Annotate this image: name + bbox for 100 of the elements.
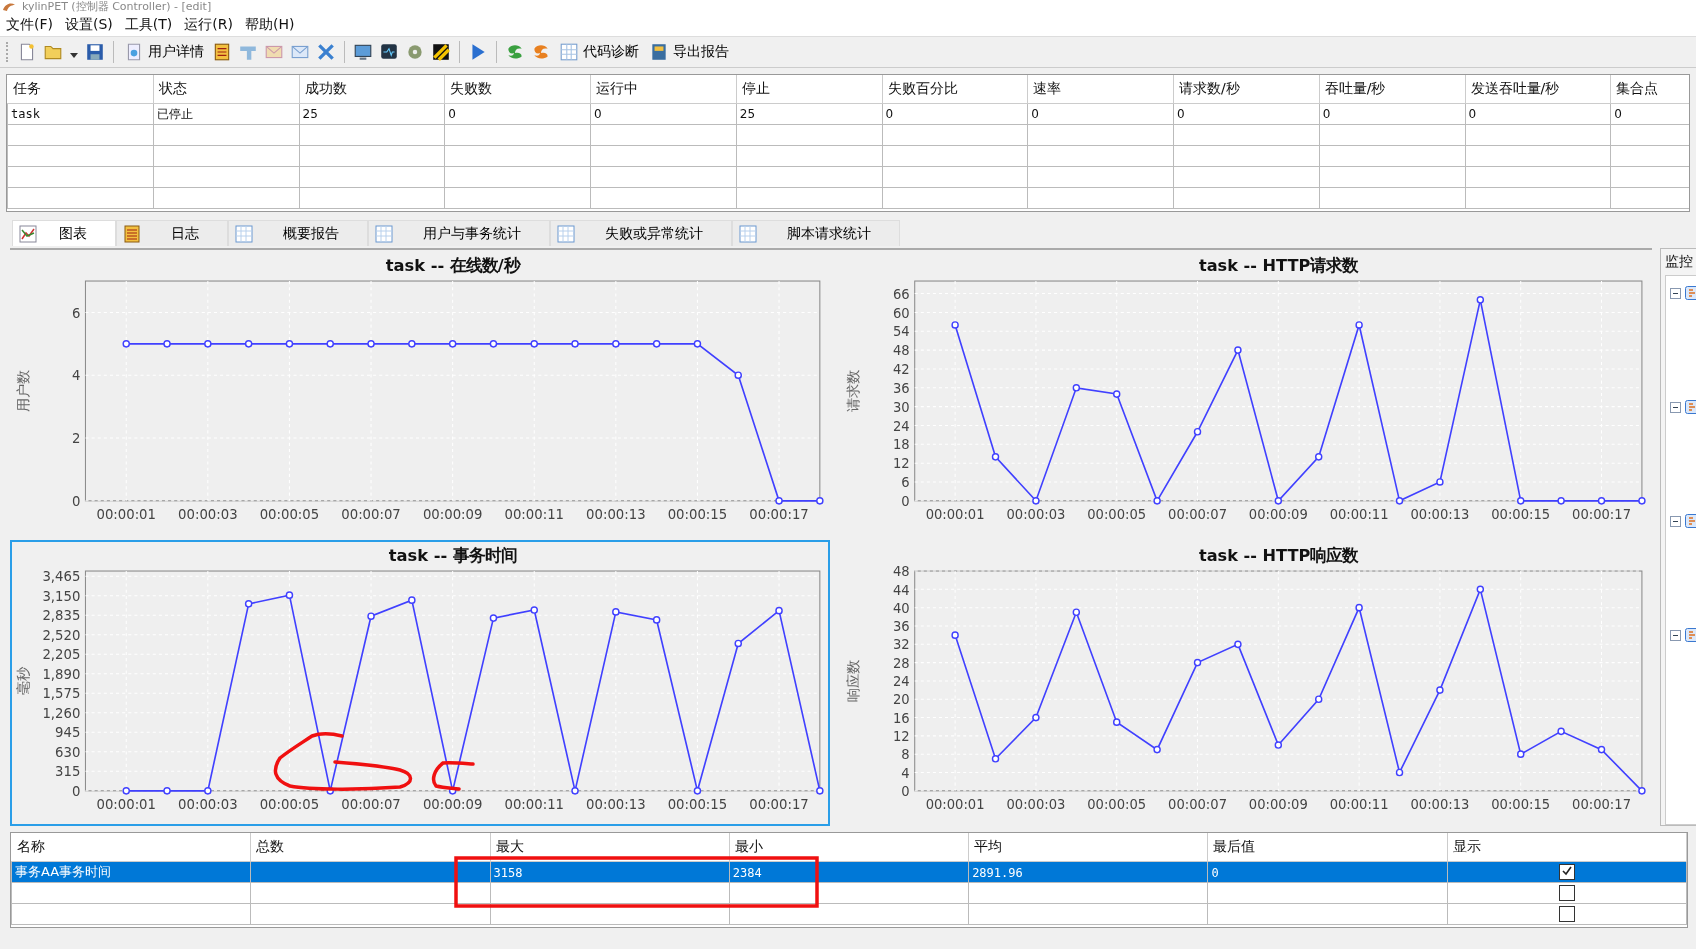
axis-tick-label: 00:00:13 (1410, 797, 1470, 813)
axis-tick-label: 945 (55, 725, 81, 741)
axis-tick-label: 12 (892, 728, 910, 745)
axis-tick-label: 00:00:13 (586, 797, 646, 813)
axis-title: 请求数 (845, 369, 862, 413)
axis-title: 响应数 (845, 659, 862, 703)
axis-tick-label: 00:00:07 (341, 507, 401, 523)
axis-tick-label: 00:00:05 (1087, 797, 1147, 813)
axis-tick-label: 0 (901, 493, 910, 510)
axis-tick-label: 48 (892, 343, 910, 359)
axis-tick-label: 00:00:09 (1248, 507, 1308, 523)
axis-tick-label: 54 (892, 324, 910, 340)
axis-title: 用户数 (15, 369, 32, 413)
axis-tick-label: 28 (892, 655, 910, 671)
axis-tick-label: 00:00:17 (749, 507, 809, 523)
axis-tick-label: 00:00:11 (504, 797, 564, 813)
axis-tick-label: 00:00:17 (1572, 797, 1631, 813)
table-cell: 2891.96 (972, 865, 1023, 880)
axis-tick-label: 630 (55, 744, 81, 761)
table-cell: 0 (1173, 103, 1320, 125)
axis-tick-label: 32 (892, 637, 910, 653)
axis-tick-label: 2,205 (42, 647, 81, 663)
chart-title: task -- HTTP响应数 (1198, 545, 1358, 565)
axis-tick-label: 2 (71, 431, 81, 447)
axis-tick-label: 00:00:03 (178, 797, 238, 813)
axis-tick-label: 00:00:09 (422, 507, 483, 523)
axis-tick-label: 6 (71, 305, 81, 321)
table-cell: 事务AA事务时间 (15, 864, 112, 879)
axis-tick-label: 1,575 (42, 686, 81, 702)
table-cell: 2384 (732, 865, 762, 880)
axis-tick-label: 00:00:15 (1491, 797, 1551, 813)
axis-tick-label: 00:00:03 (1006, 797, 1066, 813)
table-cell: 0 (444, 103, 591, 125)
axis-title: 毫秒 (15, 666, 32, 696)
chart-title: task -- 在线数/秒 (385, 255, 520, 275)
chart-title: task -- HTTP请求数 (1198, 255, 1358, 275)
table-cell: 0 (1211, 865, 1219, 880)
axis-tick-label: 0 (71, 493, 81, 510)
axis-tick-label: 0 (901, 783, 910, 800)
axis-tick-label: 3,150 (42, 588, 81, 604)
axis-tick-label: 00:00:07 (1168, 507, 1227, 523)
axis-tick-label: 18 (892, 437, 910, 453)
axis-tick-label: 2,520 (42, 627, 81, 643)
axis-tick-label: 1,890 (42, 666, 81, 682)
axis-tick-label: 36 (892, 619, 910, 635)
table-cell: task (7, 103, 154, 125)
axis-tick-label: 2,835 (42, 608, 81, 624)
axis-tick-label: 00:00:01 (96, 797, 156, 813)
axis-tick-label: 0 (71, 783, 81, 800)
axis-tick-label: 00:00:05 (259, 797, 320, 813)
axis-tick-label: 42 (892, 362, 910, 378)
axis-tick-label: 00:00:15 (667, 797, 728, 813)
table-cell: 0 (1465, 103, 1611, 125)
axis-tick-label: 3,465 (42, 569, 81, 585)
axis-tick-label: 00:00:03 (1006, 507, 1066, 523)
window-title: kylinPET (控制器 Controller) - [edit] (22, 1, 212, 13)
axis-tick-label: 00:00:09 (422, 797, 483, 813)
axis-tick-label: 00:00:05 (259, 507, 320, 523)
axis-tick-label: 36 (892, 380, 910, 396)
table-cell: 已停止 (153, 103, 299, 125)
chart-title: task -- 事务时间 (388, 545, 517, 565)
axis-tick-label: 00:00:13 (586, 507, 646, 523)
table-cell: 3158 (493, 865, 523, 880)
axis-tick-label: 00:00:05 (1087, 507, 1147, 523)
axis-tick-label: 6 (901, 475, 910, 491)
axis-tick-label: 12 (892, 456, 910, 472)
axis-tick-label: 20 (892, 692, 910, 708)
axis-tick-label: 00:00:15 (1491, 507, 1551, 523)
axis-tick-label: 60 (892, 305, 910, 321)
axis-tick-label: 00:00:13 (1410, 507, 1470, 523)
axis-tick-label: 00:00:15 (667, 507, 728, 523)
table-cell: 25 (299, 103, 445, 125)
axis-tick-label: 00:00:09 (1248, 797, 1308, 813)
axis-tick-label: 00:00:11 (504, 507, 564, 523)
axis-tick-label: 00:00:17 (749, 797, 809, 813)
table-cell: 0 (1027, 103, 1174, 125)
table-cell: 0 (590, 103, 737, 125)
axis-tick-label: 00:00:11 (1329, 797, 1389, 813)
axis-tick-label: 00:00:01 (925, 797, 985, 813)
axis-tick-label: 24 (892, 673, 910, 690)
axis-tick-label: 00:00:07 (341, 797, 401, 813)
axis-tick-label: 30 (892, 399, 910, 415)
axis-tick-label: 00:00:01 (96, 507, 156, 523)
axis-tick-label: 44 (892, 582, 910, 598)
table-cell: 0 (1319, 103, 1465, 125)
axis-tick-label: 40 (892, 600, 910, 616)
axis-tick-label: 16 (892, 710, 910, 726)
axis-tick-label: 8 (901, 747, 910, 763)
table-cell: 0 (882, 103, 1028, 125)
axis-tick-label: 00:00:17 (1572, 507, 1631, 523)
axis-tick-label: 4 (71, 368, 81, 384)
panel-title: 监控 (1664, 252, 1694, 271)
axis-tick-label: 00:00:11 (1329, 507, 1389, 523)
axis-tick-label: 00:00:01 (925, 507, 985, 523)
axis-tick-label: 24 (892, 418, 910, 434)
axis-tick-label: 00:00:07 (1168, 797, 1227, 813)
axis-tick-label: 66 (892, 286, 910, 302)
axis-tick-label: 4 (901, 765, 910, 781)
axis-tick-label: 00:00:03 (178, 507, 238, 523)
axis-tick-label: 1,260 (42, 705, 81, 721)
